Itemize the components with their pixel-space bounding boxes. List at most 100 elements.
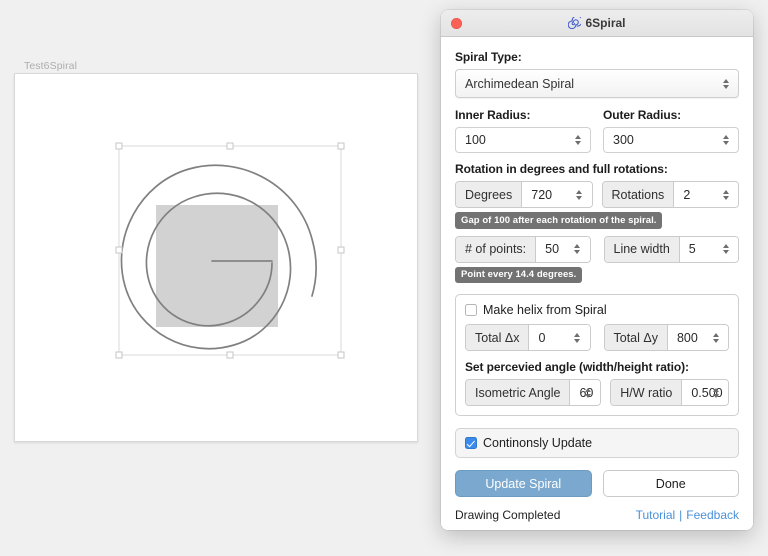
spiral-type-select[interactable]: Archimedean Spiral (455, 69, 739, 98)
isometric-angle-input[interactable]: 60 (570, 380, 600, 405)
window-title-text: 6Spiral (585, 16, 625, 30)
points-input[interactable]: 50 (536, 237, 589, 262)
spacer (593, 181, 602, 208)
canvas-title-label: Test6Spiral (24, 60, 77, 72)
linewidth-input[interactable]: 5 (680, 237, 738, 262)
tutorial-link[interactable]: Tutorial (636, 508, 676, 522)
rotations-value: 2 (683, 188, 690, 202)
outer-radius-label: Outer Radius: (603, 108, 739, 122)
total-dx-stepper[interactable] (573, 330, 582, 346)
spiral-dialog-window: 6Spiral Spiral Type: Archimedean Spiral … (441, 10, 753, 530)
points-stepper[interactable] (573, 241, 582, 257)
isometric-angle-caption: Isometric Angle (466, 380, 570, 405)
radius-inputs-row: 100 300 (455, 127, 739, 153)
make-helix-checkbox-row[interactable]: Make helix from Spiral (465, 303, 729, 317)
points-caption: # of points: (456, 237, 536, 262)
points-tooltip: Point every 14.4 degrees. (455, 267, 582, 284)
handle-bottom-center[interactable] (227, 352, 233, 358)
rotation-tooltip: Gap of 100 after each rotation of the sp… (455, 212, 662, 229)
action-buttons-row: Update Spiral Done (455, 470, 739, 497)
make-helix-checkbox[interactable] (465, 304, 477, 316)
make-helix-label: Make helix from Spiral (483, 303, 607, 317)
total-dy-field[interactable]: Total Δy 800 (604, 324, 730, 351)
update-spiral-button[interactable]: Update Spiral (455, 470, 592, 497)
total-dy-stepper[interactable] (711, 330, 720, 346)
total-dy-input[interactable]: 800 (668, 325, 728, 350)
isometric-angle-stepper[interactable] (583, 385, 592, 401)
hw-ratio-stepper[interactable] (711, 385, 720, 401)
handle-top-right[interactable] (338, 143, 344, 149)
hw-ratio-caption: H/W ratio (611, 380, 682, 405)
degrees-value: 720 (531, 188, 552, 202)
feedback-link[interactable]: Feedback (686, 508, 739, 522)
handle-top-left[interactable] (116, 143, 122, 149)
handle-top-center[interactable] (227, 143, 233, 149)
rotations-input[interactable]: 2 (674, 182, 738, 207)
total-dx-value: 0 (538, 331, 545, 345)
degrees-stepper[interactable] (575, 187, 584, 203)
degrees-input[interactable]: 720 (522, 182, 591, 207)
helix-panel: Make helix from Spiral Total Δx 0 Total … (455, 294, 739, 416)
spiral-icon (568, 17, 581, 30)
linewidth-value: 5 (689, 242, 696, 256)
points-value: 50 (545, 242, 559, 256)
spacer (591, 127, 603, 153)
canvas-area: Test6Spiral (0, 0, 440, 556)
radius-labels-row: Inner Radius: Outer Radius: (455, 108, 739, 127)
perceived-angle-label: Set percevied angle (width/height ratio)… (465, 360, 729, 374)
spacer (591, 236, 604, 263)
degrees-field[interactable]: Degrees 720 (455, 181, 593, 208)
hw-ratio-field[interactable]: H/W ratio 0.500 (610, 379, 729, 406)
inner-radius-stepper[interactable] (573, 132, 582, 148)
close-window-button[interactable] (451, 18, 462, 29)
perceived-angle-row: Isometric Angle 60 H/W ratio 0.500 (465, 379, 729, 406)
points-field[interactable]: # of points: 50 (455, 236, 591, 263)
spiral-type-label: Spiral Type: (455, 50, 739, 64)
isometric-angle-field[interactable]: Isometric Angle 60 (465, 379, 601, 406)
helix-delta-row: Total Δx 0 Total Δy 800 (465, 324, 729, 351)
footer-links: Tutorial | Feedback (636, 508, 739, 522)
spiral-drawing (15, 74, 415, 439)
continuous-update-checkbox[interactable] (465, 437, 477, 449)
inner-radius-value: 100 (465, 133, 486, 147)
window-title: 6Spiral (568, 16, 625, 30)
rotations-caption: Rotations (603, 182, 675, 207)
window-titlebar: 6Spiral (441, 10, 753, 37)
linewidth-field[interactable]: Line width 5 (604, 236, 740, 263)
chevron-updown-icon[interactable] (721, 76, 730, 92)
handle-bottom-left[interactable] (116, 352, 122, 358)
hw-ratio-input[interactable]: 0.500 (682, 380, 728, 405)
points-inputs-row: # of points: 50 Line width 5 (455, 236, 739, 263)
total-dx-field[interactable]: Total Δx 0 (465, 324, 591, 351)
handle-bottom-right[interactable] (338, 352, 344, 358)
continuous-update-row[interactable]: Continonsly Update (465, 436, 729, 450)
link-separator: | (679, 508, 682, 522)
rotation-inputs-row: Degrees 720 Rotations 2 (455, 181, 739, 208)
inner-radius-label: Inner Radius: (455, 108, 591, 122)
outer-radius-value: 300 (613, 133, 634, 147)
handle-middle-left[interactable] (116, 247, 122, 253)
gray-square-shape (156, 205, 278, 327)
outer-radius-input[interactable]: 300 (603, 127, 739, 153)
spacer (601, 379, 610, 406)
linewidth-caption: Line width (605, 237, 680, 262)
drawing-canvas[interactable] (14, 73, 418, 442)
rotations-stepper[interactable] (721, 187, 730, 203)
continuous-update-label: Continonsly Update (483, 436, 592, 450)
degrees-caption: Degrees (456, 182, 522, 207)
dialog-body: Spiral Type: Archimedean Spiral Inner Ra… (441, 37, 753, 530)
continuous-update-bar[interactable]: Continonsly Update (455, 428, 739, 458)
status-row: Drawing Completed Tutorial | Feedback (455, 508, 739, 522)
done-button[interactable]: Done (603, 470, 740, 497)
total-dx-input[interactable]: 0 (529, 325, 589, 350)
inner-radius-input[interactable]: 100 (455, 127, 591, 153)
status-text: Drawing Completed (455, 508, 560, 522)
spacer (591, 324, 604, 351)
linewidth-stepper[interactable] (721, 241, 730, 257)
outer-radius-stepper[interactable] (721, 132, 730, 148)
spacer (591, 108, 603, 127)
handle-middle-right[interactable] (338, 247, 344, 253)
rotation-label: Rotation in degrees and full rotations: (455, 162, 739, 176)
total-dx-caption: Total Δx (466, 325, 529, 350)
rotations-field[interactable]: Rotations 2 (602, 181, 740, 208)
